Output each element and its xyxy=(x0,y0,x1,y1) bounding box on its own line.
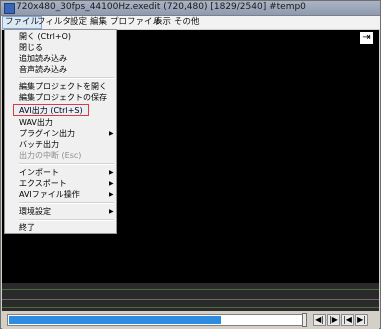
menu-exit[interactable]: 終了 xyxy=(19,222,35,233)
menu-settings[interactable]: 設定 xyxy=(68,16,89,29)
menu-separator xyxy=(19,163,114,165)
playback-bar: ◀| |▶ |◀ ▶| xyxy=(2,311,379,329)
menu-bar: ファイル フィルタ 設定 編集 プロファイル 表示 その他 xyxy=(1,16,380,30)
menu-avi-output[interactable]: AVI出力 (Ctrl+S) xyxy=(19,105,83,116)
timeline-divider xyxy=(2,289,379,290)
menu-separator xyxy=(19,77,114,79)
submenu-arrow-icon: ▶ xyxy=(109,208,114,215)
menu-wav-output[interactable]: WAV出力 xyxy=(19,117,53,128)
menu-import[interactable]: インポート xyxy=(19,167,59,178)
submenu-arrow-icon: ▶ xyxy=(109,169,114,176)
submenu-arrow-icon: ▶ xyxy=(109,130,114,137)
seek-progress xyxy=(9,316,221,324)
menu-open[interactable]: 開く (Ctrl+O) xyxy=(19,31,71,42)
menu-abort-output: 出力の中断 (Esc) xyxy=(19,151,82,160)
menu-view[interactable]: 表示 xyxy=(152,16,173,29)
jump-end-icon[interactable]: ▶| xyxy=(355,314,368,326)
timeline-divider xyxy=(2,307,379,308)
app-window: 720x480_30fps_44100Hz.exedit (720,480) [… xyxy=(0,0,381,329)
menu-open-project[interactable]: 編集プロジェクトを開く xyxy=(19,81,107,92)
timeline-area[interactable] xyxy=(2,283,379,311)
next-frame-icon[interactable]: |▶ xyxy=(327,314,340,326)
app-icon xyxy=(4,3,15,14)
menu-avi-file-ops[interactable]: AVIファイル操作 xyxy=(19,189,80,200)
menu-preferences[interactable]: 環境設定 xyxy=(19,206,51,217)
menu-save-project[interactable]: 編集プロジェクトの保存 xyxy=(19,92,107,103)
menu-other[interactable]: その他 xyxy=(172,16,202,29)
menu-export[interactable]: エクスポート xyxy=(19,178,67,189)
menu-close[interactable]: 閉じる xyxy=(19,42,43,53)
menu-separator xyxy=(19,202,114,204)
menu-plugin-output[interactable]: プラグイン出力 xyxy=(19,128,75,139)
window-title: 720x480_30fps_44100Hz.exedit (720,480) [… xyxy=(16,2,306,12)
expand-icon[interactable]: ⇥ xyxy=(360,32,373,44)
seek-track[interactable] xyxy=(7,314,305,326)
seek-thumb[interactable] xyxy=(302,313,307,327)
submenu-arrow-icon: ▶ xyxy=(109,191,114,198)
submenu-arrow-icon: ▶ xyxy=(109,180,114,187)
menu-audio-load[interactable]: 音声読み込み xyxy=(19,64,67,75)
prev-frame-icon[interactable]: ◀| xyxy=(313,314,326,326)
menu-batch-output[interactable]: バッチ出力 xyxy=(19,139,59,150)
timeline-divider xyxy=(2,299,379,300)
menu-separator xyxy=(19,219,114,221)
jump-start-icon[interactable]: |◀ xyxy=(341,314,354,326)
title-bar[interactable]: 720x480_30fps_44100Hz.exedit (720,480) [… xyxy=(1,1,380,16)
menu-append-load[interactable]: 追加読み込み xyxy=(19,53,67,64)
menu-edit[interactable]: 編集 xyxy=(88,16,109,29)
file-menu-dropdown: 開く (Ctrl+O) 閉じる 追加読み込み 音声読み込み 編集プロジェクトを開… xyxy=(4,29,117,234)
